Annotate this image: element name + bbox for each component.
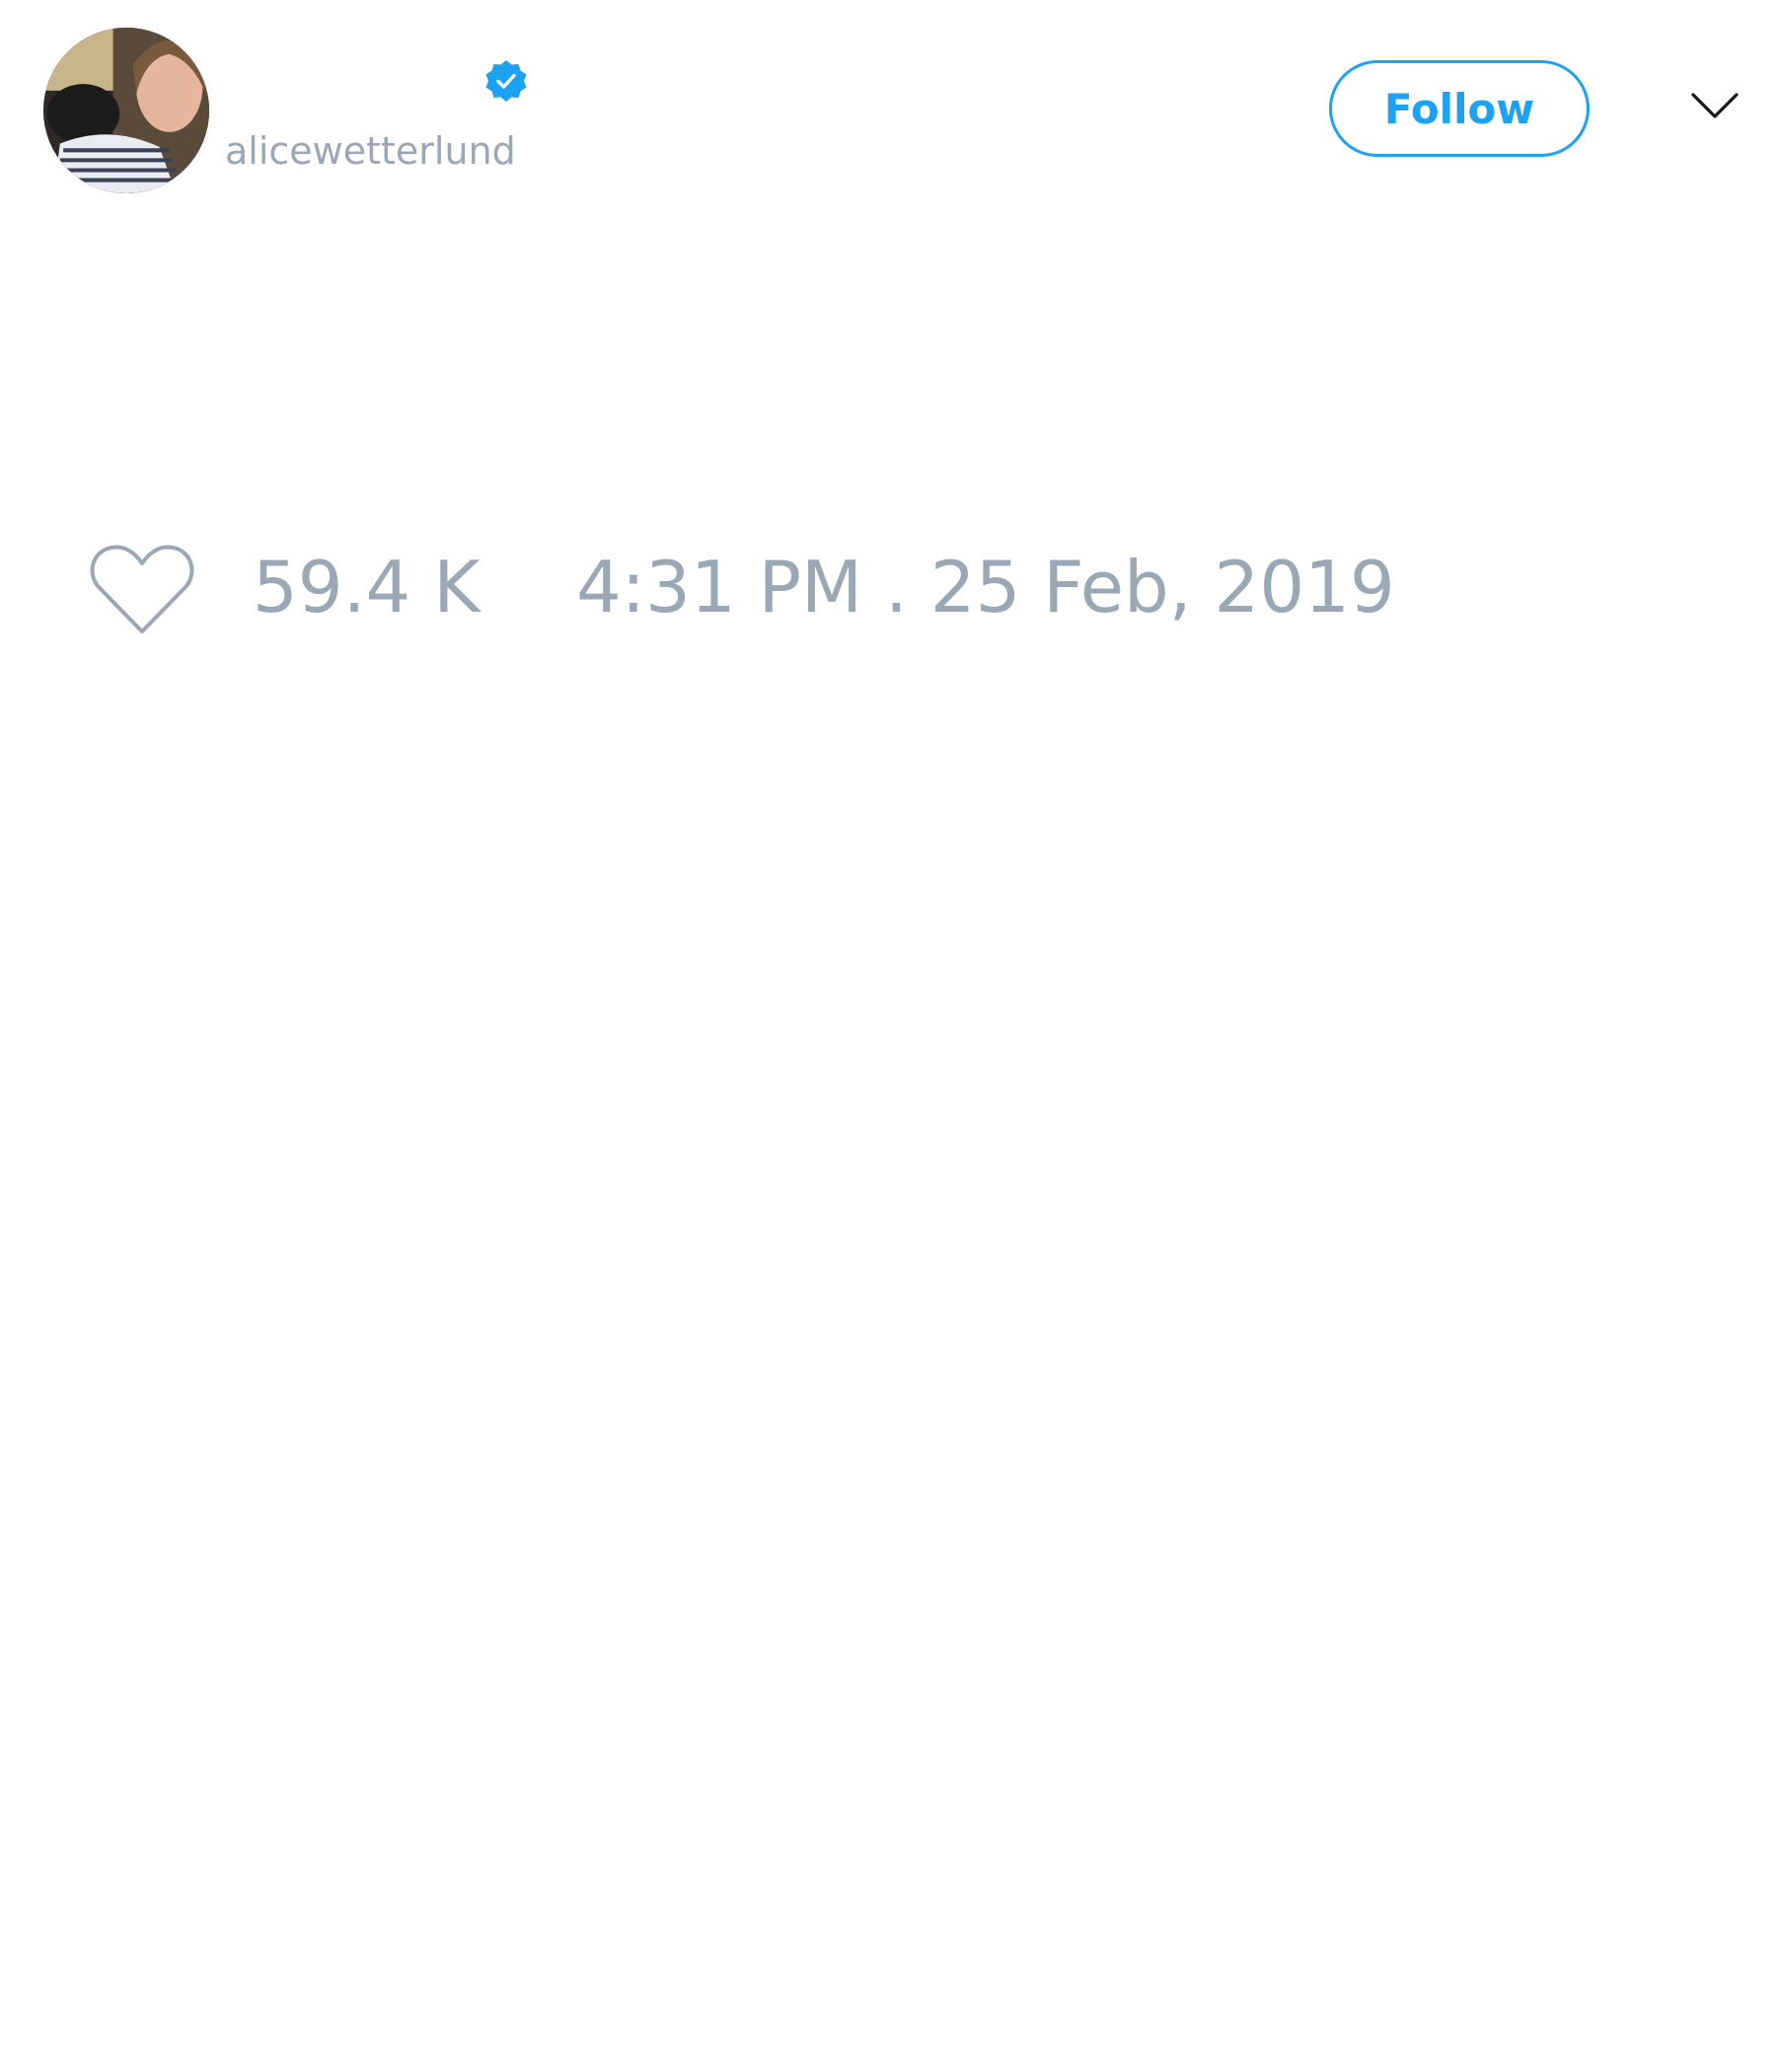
- follow-button[interactable]: Follow: [1329, 60, 1590, 157]
- more-options-button[interactable]: [1689, 87, 1740, 126]
- profile-photo-icon: [43, 28, 209, 193]
- tweet-card: alicewetterlund Follow 59.4 K 4:31 PM . …: [0, 0, 1776, 2072]
- like-button[interactable]: [89, 541, 195, 637]
- heart-outline-icon: [90, 545, 194, 633]
- like-count: 59.4 K: [253, 546, 481, 629]
- tweet-timestamp[interactable]: 4:31 PM . 25 Feb, 2019: [576, 548, 1395, 627]
- username[interactable]: alicewetterlund: [225, 126, 516, 176]
- avatar[interactable]: [43, 28, 209, 193]
- verified-badge-icon: [483, 58, 529, 104]
- chevron-down-icon: [1691, 93, 1739, 118]
